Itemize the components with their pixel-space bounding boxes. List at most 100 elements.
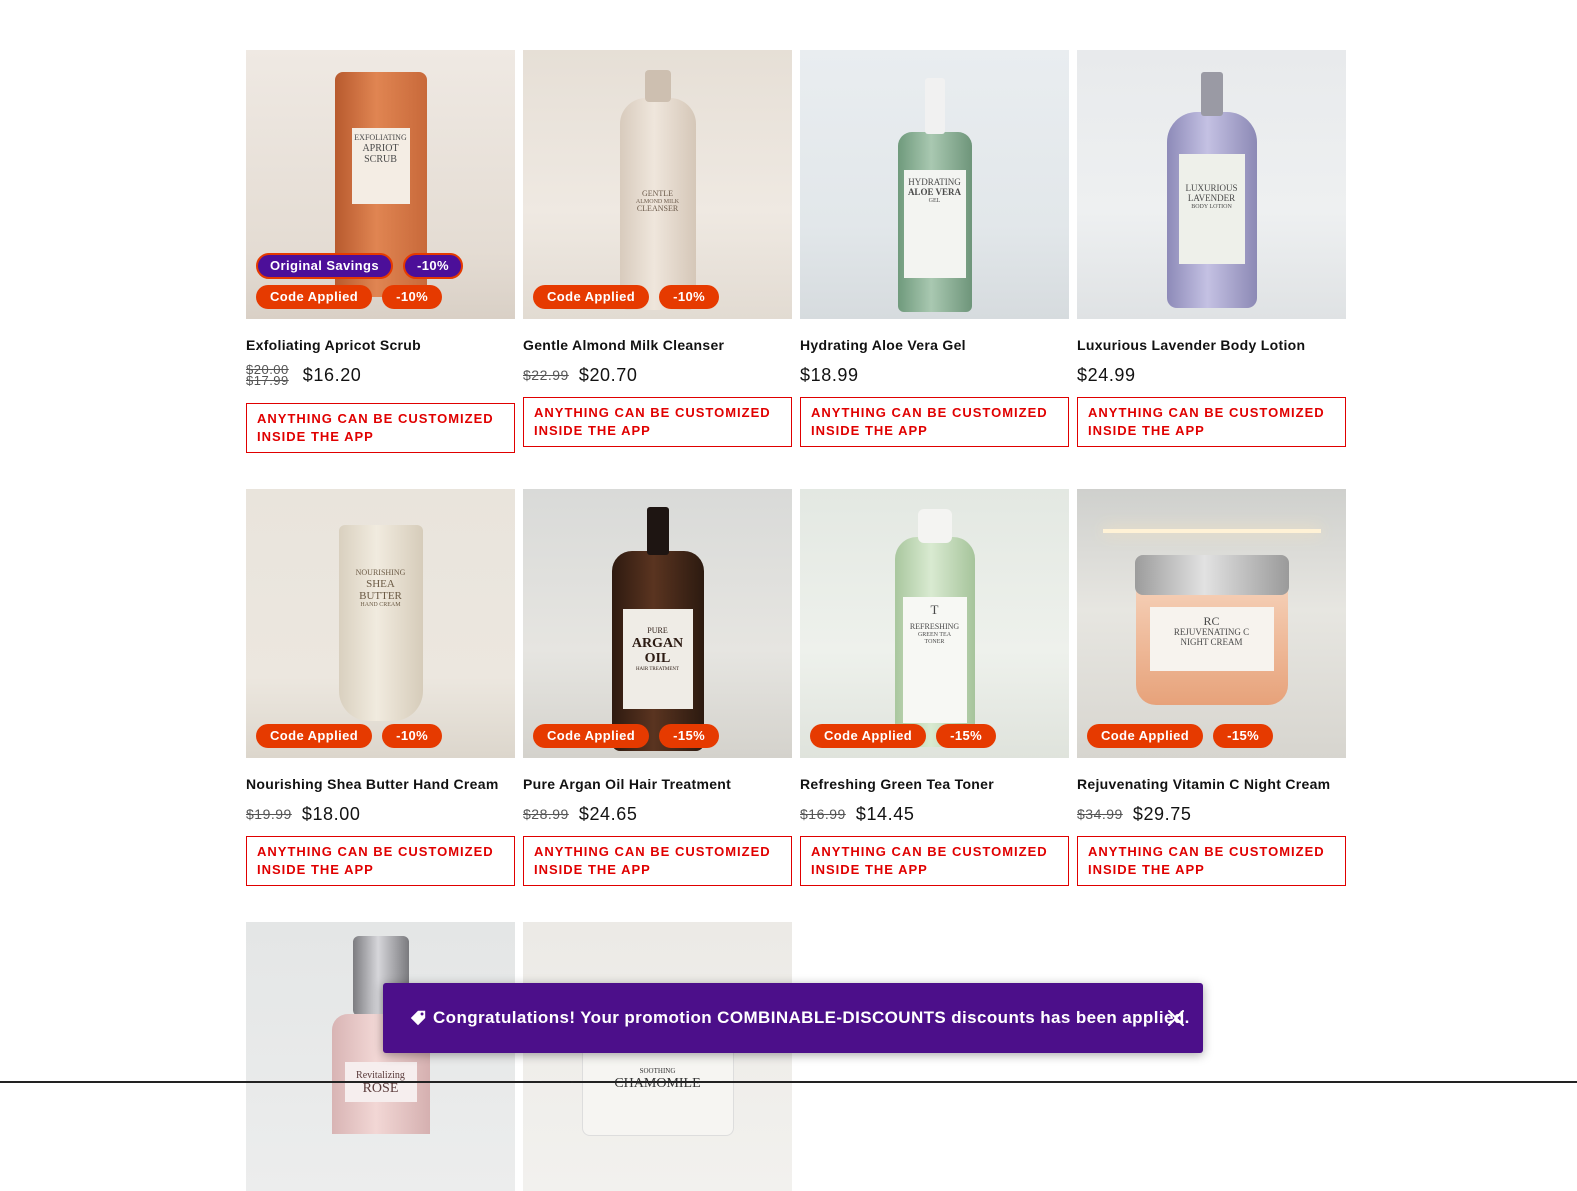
label-line: TONER <box>924 638 945 645</box>
product-image[interactable]: PURE ARGAN OIL HAIR TREATMENT Code Appli… <box>523 489 792 758</box>
product-title[interactable]: Refreshing Green Tea Toner <box>800 776 1069 793</box>
label-line: ARGAN <box>631 635 684 651</box>
old-price: $17.99 <box>246 373 289 388</box>
label-line: Revitalizing <box>356 1070 405 1081</box>
pump-cap <box>1200 72 1223 116</box>
product-label: EXFOLIATING APRIOT SCRUB <box>351 128 410 204</box>
customize-notice: Anything can be customized inside the ap… <box>800 836 1069 886</box>
product-label: HYDRATING ALOE VERA GEL <box>903 170 966 278</box>
product-title[interactable]: Hydrating Aloe Vera Gel <box>800 337 1069 354</box>
code-applied-badge: Code Applied <box>533 285 650 309</box>
product-tube <box>338 525 423 721</box>
product-card[interactable]: Revitalizing ROSE <box>246 922 515 1191</box>
original-savings-badge: Original Savings <box>256 253 393 279</box>
customize-notice: Anything can be customized inside the ap… <box>246 403 515 453</box>
promotion-toast: Congratulations! Your promotion COMBINAB… <box>383 983 1203 1053</box>
customize-notice: Anything can be customized inside the ap… <box>523 397 792 447</box>
sale-price: $20.70 <box>578 364 638 385</box>
product-card[interactable]: HYDRATING ALOE VERA GEL Hydrating Aloe V… <box>800 50 1069 453</box>
label-line: NOURISHING <box>355 568 406 577</box>
product-label: T REFRESHING GREEN TEA TONER <box>902 597 967 723</box>
product-title[interactable]: Nourishing Shea Butter Hand Cream <box>246 776 515 793</box>
row-spacer <box>246 453 1346 489</box>
product-image[interactable]: EXFOLIATING APRIOT SCRUB Original Saving… <box>246 50 515 319</box>
product-card[interactable]: NOURISHING SHEA BUTTER HAND CREAM Code A… <box>246 489 515 886</box>
page-bottom-border <box>0 1081 1577 1083</box>
product-image[interactable]: RC REJUVENATING C NIGHT CREAM Code Appli… <box>1077 489 1346 758</box>
price-row: $34.99 $29.75 <box>1077 802 1346 826</box>
product-title[interactable]: Gentle Almond Milk Cleanser <box>523 337 792 354</box>
label-line: CLEANSER <box>636 204 679 214</box>
label-line: GREEN TEA <box>917 632 952 639</box>
customize-notice: Anything can be customized inside the ap… <box>523 836 792 886</box>
product-image[interactable]: HYDRATING ALOE VERA GEL <box>800 50 1069 319</box>
product-card[interactable]: SOOTHING CHAMOMILE <box>523 922 792 1191</box>
discount-badge: -10% <box>382 724 443 748</box>
product-image[interactable]: GENTLE ALMOND MILK CLEANSER Code Applied… <box>523 50 792 319</box>
sale-price: $24.65 <box>578 803 638 824</box>
discount-badge: -10% <box>382 285 443 309</box>
product-label: PURE ARGAN OIL HAIR TREATMENT <box>622 609 693 709</box>
product-image[interactable]: NOURISHING SHEA BUTTER HAND CREAM Code A… <box>246 489 515 758</box>
price-row: $20.00 $17.99 $16.20 <box>246 363 515 387</box>
product-label: SOOTHING CHAMOMILE <box>598 1067 718 1091</box>
price: $18.99 <box>800 364 859 385</box>
sale-price: $18.00 <box>301 803 361 824</box>
product-label: NOURISHING SHEA BUTTER HAND CREAM <box>351 568 411 609</box>
product-image[interactable]: LUXURIOUS LAVENDER BODY LOTION <box>1077 50 1346 319</box>
badges: Code Applied -15% <box>810 724 997 748</box>
product-card[interactable]: PURE ARGAN OIL HAIR TREATMENT Code Appli… <box>523 489 792 886</box>
price-row: $18.99 <box>800 363 1069 387</box>
product-image[interactable]: T REFRESHING GREEN TEA TONER Code Applie… <box>800 489 1069 758</box>
badges: Code Applied -10% <box>533 285 720 309</box>
pump-cap <box>924 78 945 134</box>
product-card[interactable]: RC REJUVENATING C NIGHT CREAM Code Appli… <box>1077 489 1346 886</box>
close-icon[interactable] <box>1167 1009 1185 1027</box>
price-row: $28.99 $24.65 <box>523 802 792 826</box>
badges: Original Savings -10% Code Applied -10% <box>256 253 463 309</box>
sale-price: $29.75 <box>1132 803 1192 824</box>
label-line: SHEA <box>366 577 395 590</box>
code-applied-badge: Code Applied <box>256 724 373 748</box>
badges: Code Applied -15% <box>533 724 720 748</box>
old-price: $34.99 <box>1077 806 1123 822</box>
label-line: HAND CREAM <box>360 601 401 608</box>
discount-badge: -15% <box>936 724 997 748</box>
label-line: APRIOT <box>362 142 399 154</box>
product-card[interactable]: EXFOLIATING APRIOT SCRUB Original Saving… <box>246 50 515 453</box>
label-line: SCRUB <box>364 153 397 165</box>
product-card[interactable]: GENTLE ALMOND MILK CLEANSER Code Applied… <box>523 50 792 453</box>
label-line: LAVENDER <box>1187 192 1236 203</box>
discount-badge: -10% <box>402 253 463 279</box>
product-card[interactable]: T REFRESHING GREEN TEA TONER Code Applie… <box>800 489 1069 886</box>
product-title[interactable]: Rejuvenating Vitamin C Night Cream <box>1077 776 1346 793</box>
label-line: GEL <box>928 197 941 204</box>
product-card[interactable]: LUXURIOUS LAVENDER BODY LOTION Luxurious… <box>1077 50 1346 453</box>
label-line: ALOE VERA <box>907 186 962 197</box>
sale-price: $14.45 <box>855 803 915 824</box>
product-title[interactable]: Pure Argan Oil Hair Treatment <box>523 776 792 793</box>
product-title[interactable]: Luxurious Lavender Body Lotion <box>1077 337 1346 354</box>
toast-message: Congratulations! Your promotion COMBINAB… <box>433 1008 1190 1027</box>
label-line: BUTTER <box>359 589 402 602</box>
label-line: HAIR TREATMENT <box>635 666 680 672</box>
product-title[interactable]: Exfoliating Apricot Scrub <box>246 337 515 354</box>
pump-cap <box>646 507 669 555</box>
pump-cap <box>644 70 671 102</box>
product-image[interactable]: SOOTHING CHAMOMILE <box>523 922 792 1191</box>
discount-badge: -15% <box>659 724 720 748</box>
sale-price: $16.20 <box>302 364 362 385</box>
jar-lid <box>1134 555 1289 595</box>
price: $24.99 <box>1077 364 1136 385</box>
discount-badge: -15% <box>1213 724 1274 748</box>
label-line: SOOTHING <box>639 1067 676 1075</box>
customize-notice: Anything can be customized inside the ap… <box>1077 836 1346 886</box>
old-prices: $20.00 $17.99 <box>246 363 289 388</box>
price-row: $24.99 <box>1077 363 1346 387</box>
label-line: OIL <box>644 651 671 667</box>
customize-notice: Anything can be customized inside the ap… <box>800 397 1069 447</box>
product-image[interactable]: Revitalizing ROSE <box>246 922 515 1191</box>
label-line: T <box>930 602 939 617</box>
discount-badge: -10% <box>659 285 720 309</box>
bottle-cap <box>917 509 952 543</box>
